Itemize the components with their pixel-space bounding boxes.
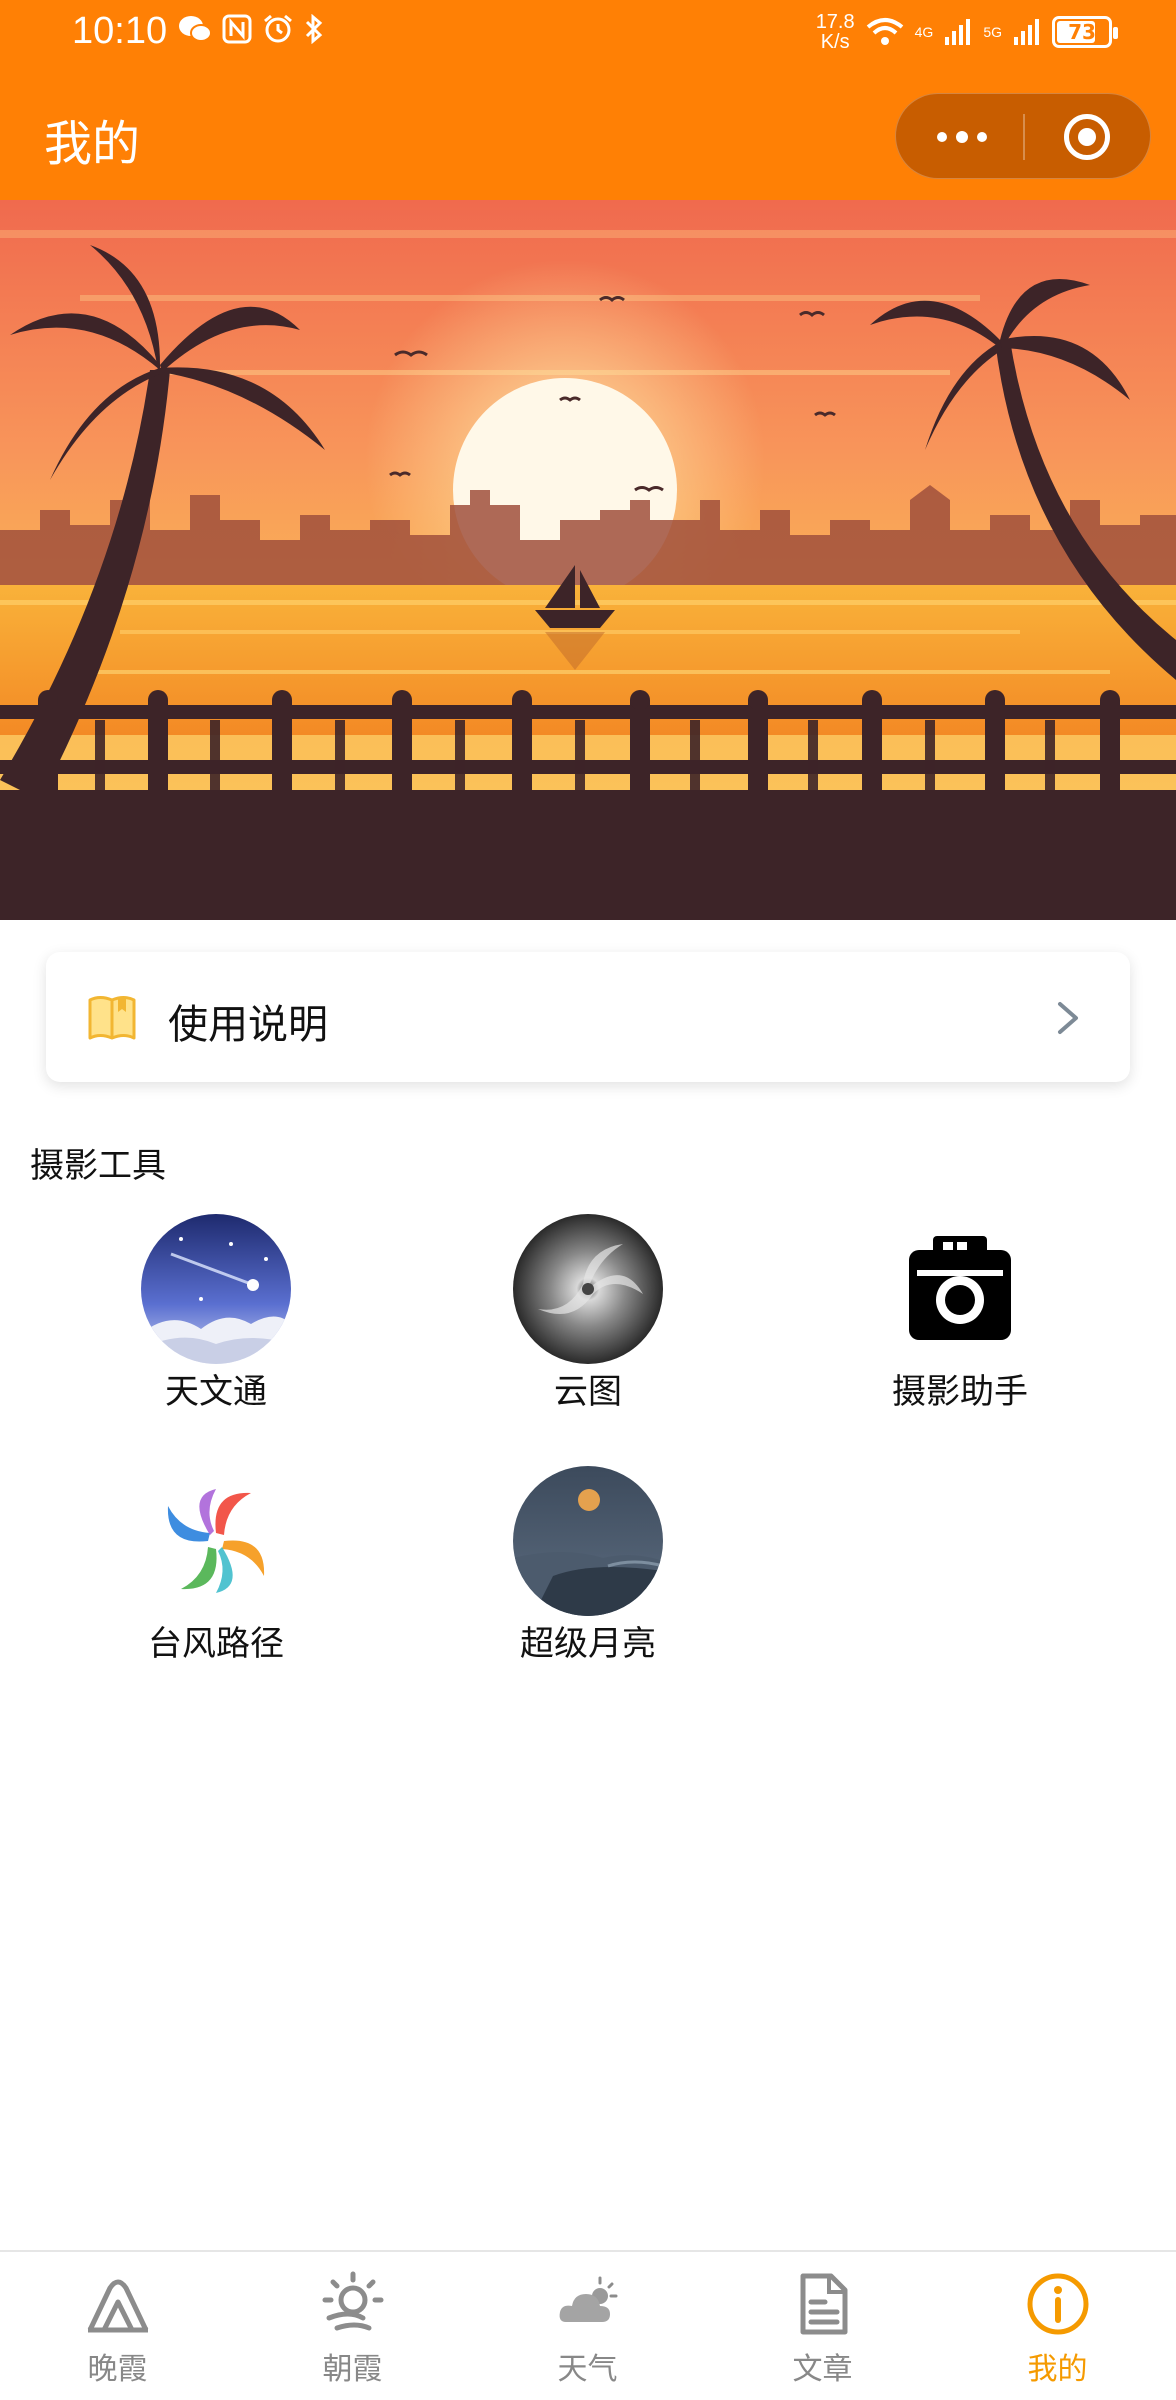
tab-label: 天气 — [557, 2352, 618, 2387]
document-icon — [800, 2273, 847, 2335]
sunrise-icon — [322, 2271, 383, 2331]
tool-photo-assistant[interactable]: 摄影助手 — [774, 1214, 1146, 1413]
battery-icon: 73 — [1052, 16, 1118, 48]
signal-bars-icon — [945, 19, 971, 45]
network-speed-value: 17.8 — [815, 11, 855, 33]
wechat-icon — [179, 16, 212, 42]
tool-label: 摄影助手 — [892, 1372, 1028, 1412]
tool-label: 台风路径 — [148, 1624, 284, 1664]
tab-label: 朝霞 — [322, 2352, 383, 2387]
tool-super-moon[interactable]: 超级月亮 — [402, 1466, 774, 1665]
signal-bars-icon — [1014, 19, 1039, 45]
tool-label: 天文通 — [165, 1372, 267, 1412]
more-dots-icon[interactable] — [931, 122, 991, 152]
bottom-tab-bar: 晚霞 朝霞 天气 文章 我的 — [0, 2250, 1176, 2400]
wifi-icon — [866, 18, 903, 45]
colorful-swirl-icon — [141, 1466, 291, 1616]
tool-label: 云图 — [554, 1372, 622, 1412]
status-right-icons: 17.8 K/s 4G 5G 73 — [816, 12, 1118, 52]
mini-program-capsule — [895, 93, 1151, 179]
battery-level: 73 — [1068, 20, 1096, 44]
page-title: 我的 — [44, 116, 141, 172]
alarm-icon — [264, 14, 292, 43]
tab-label: 晚霞 — [87, 2352, 148, 2387]
mini-program-close-icon[interactable] — [1064, 114, 1110, 160]
bluetooth-icon — [305, 14, 323, 44]
chevron-right-icon — [1058, 1002, 1078, 1034]
tool-astronomy[interactable]: 天文通 — [30, 1214, 402, 1413]
network-speed-unit: K/s — [820, 31, 850, 53]
meteor-sky-icon — [141, 1214, 291, 1364]
moon-over-sea-icon — [513, 1466, 663, 1616]
capsule-divider — [1023, 114, 1025, 160]
tab-morning-glow[interactable]: 朝霞 — [235, 2270, 470, 2388]
signal-label-1: 4G — [914, 24, 934, 40]
status-bar: 10:10 17.8 K/s 4G 5G 73 — [0, 0, 1176, 70]
network-speed: 17.8 K/s — [816, 12, 855, 52]
tab-weather[interactable]: 天气 — [470, 2270, 705, 2388]
typhoon-satellite-icon — [513, 1214, 663, 1364]
mountain-icon — [87, 2279, 148, 2333]
tab-mine[interactable]: 我的 — [940, 2270, 1175, 2388]
section-title-photography-tools: 摄影工具 — [30, 1146, 166, 1186]
instructions-card[interactable]: 使用说明 — [46, 952, 1130, 1082]
tool-label: 超级月亮 — [520, 1624, 656, 1664]
nfc-icon — [222, 14, 252, 44]
sunset-banner-image — [0, 200, 1176, 920]
tab-label: 我的 — [1027, 2352, 1088, 2387]
cloud-icon — [559, 2276, 617, 2322]
header-bar: 10:10 17.8 K/s 4G 5G 73 我的 — [0, 0, 1176, 200]
tool-cloud-map[interactable]: 云图 — [402, 1214, 774, 1413]
status-time: 10:10 — [72, 10, 168, 52]
camera-icon — [885, 1214, 1035, 1364]
status-notification-icons — [178, 14, 324, 44]
signal-label-2: 5G — [983, 24, 1002, 40]
info-icon — [1027, 2273, 1088, 2335]
tab-articles[interactable]: 文章 — [705, 2270, 940, 2388]
tool-typhoon-path[interactable]: 台风路径 — [30, 1466, 402, 1665]
instructions-label: 使用说明 — [168, 1002, 328, 1048]
book-icon — [88, 996, 136, 1040]
tab-label: 文章 — [792, 2352, 853, 2387]
tab-evening-glow[interactable]: 晚霞 — [0, 2270, 235, 2388]
